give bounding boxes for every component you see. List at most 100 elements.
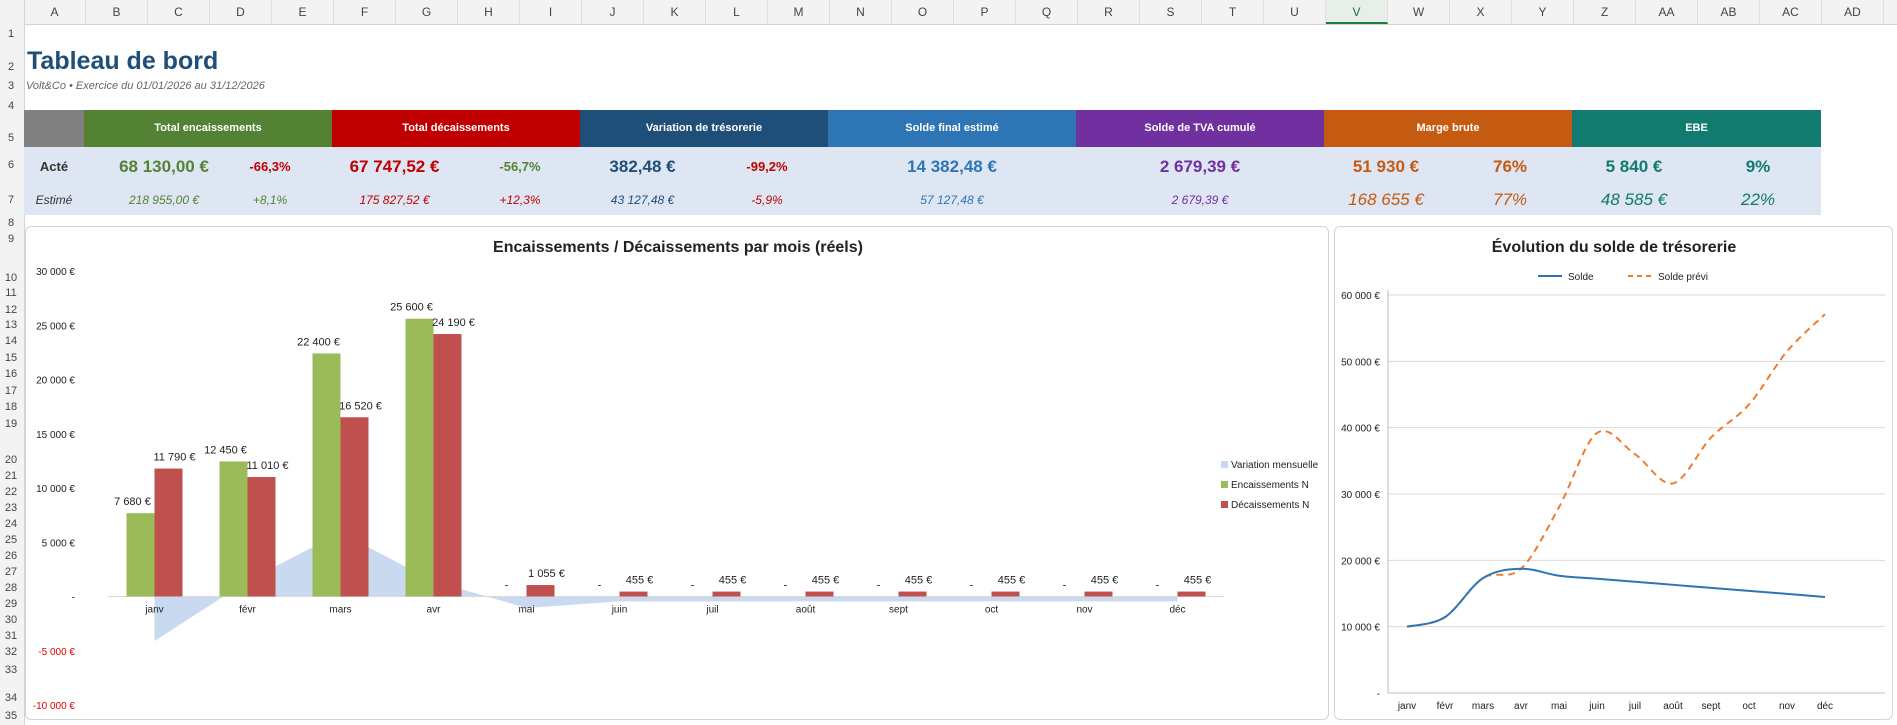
row-header-14[interactable]: 14 [0, 335, 22, 347]
column-header-L[interactable]: L [706, 0, 768, 24]
column-header-R[interactable]: R [1078, 0, 1140, 24]
row-header-12[interactable]: 12 [0, 304, 22, 316]
column-header-AA[interactable]: AA [1636, 0, 1698, 24]
row-header-25[interactable]: 25 [0, 534, 22, 546]
kpi-header-ebe: EBE [1572, 110, 1821, 147]
row-header-15[interactable]: 15 [0, 352, 22, 364]
row-header-9[interactable]: 9 [0, 233, 22, 245]
row-header-1[interactable]: 1 [0, 28, 22, 40]
column-header-D[interactable]: D [210, 0, 272, 24]
kpi-actual-pct-total-decaissements: -56,7% [499, 159, 541, 174]
column-header-M[interactable]: M [768, 0, 830, 24]
chart1-xtick-oct: oct [985, 605, 999, 616]
row-header-35[interactable]: 35 [0, 710, 22, 722]
row-header-27[interactable]: 27 [0, 566, 22, 578]
kpi-header-blank [24, 110, 84, 147]
row-header-21[interactable]: 21 [0, 470, 22, 482]
row-header-32[interactable]: 32 [0, 646, 22, 658]
row-header-34[interactable]: 34 [0, 692, 22, 704]
row-header-8[interactable]: 8 [0, 217, 22, 229]
column-header-X[interactable]: X [1450, 0, 1512, 24]
column-header-T[interactable]: T [1202, 0, 1264, 24]
label-decaissements-févr: 11 010 € [246, 460, 288, 472]
kpi-header-marge-brute: Marge brute [1324, 110, 1572, 147]
column-header-Z[interactable]: Z [1574, 0, 1636, 24]
column-header-S[interactable]: S [1140, 0, 1202, 24]
row-header-3[interactable]: 3 [0, 80, 22, 92]
select-all-corner[interactable] [0, 0, 25, 24]
bar-encaissements-mars [312, 353, 341, 597]
chart1-ytick-label: - [72, 593, 75, 604]
column-header-Q[interactable]: Q [1016, 0, 1078, 24]
row-header-31[interactable]: 31 [0, 630, 22, 642]
row-header-6[interactable]: 6 [0, 159, 22, 171]
column-header-I[interactable]: I [520, 0, 582, 24]
row-header-19[interactable]: 19 [0, 418, 22, 430]
row-header-26[interactable]: 26 [0, 550, 22, 562]
chart-panel-solde[interactable]: Évolution du solde de trésorerie 60 000 … [1334, 226, 1893, 720]
column-header-W[interactable]: W [1388, 0, 1450, 24]
row-header-16[interactable]: 16 [0, 368, 22, 380]
column-header-C[interactable]: C [148, 0, 210, 24]
column-header-Y[interactable]: Y [1512, 0, 1574, 24]
label-encaissements-mars: 22 400 € [297, 336, 340, 348]
bar-decaissements-mai [526, 585, 555, 597]
row-header-17[interactable]: 17 [0, 385, 22, 397]
column-header-G[interactable]: G [396, 0, 458, 24]
label-encaissements-oct: - [970, 580, 974, 592]
chart2-title: Évolution du solde de trésorerie [1492, 237, 1737, 256]
row-header-2[interactable]: 2 [0, 61, 22, 73]
column-header-O[interactable]: O [892, 0, 954, 24]
kpi-header-solde-final: Solde final estimé [828, 110, 1076, 147]
row-header-10[interactable]: 10 [0, 272, 22, 284]
column-header-AD[interactable]: AD [1822, 0, 1884, 24]
row-header-28[interactable]: 28 [0, 582, 22, 594]
kpi-estimated-solde-final: 57 127,48 € [920, 193, 984, 207]
column-header-H[interactable]: H [458, 0, 520, 24]
column-header-AC[interactable]: AC [1760, 0, 1822, 24]
chart2-ytick-label: 10 000 € [1341, 623, 1380, 634]
row-header-20[interactable]: 20 [0, 454, 22, 466]
column-header-V[interactable]: V [1326, 0, 1388, 24]
row-header-33[interactable]: 33 [0, 664, 22, 676]
column-header-N[interactable]: N [830, 0, 892, 24]
row-header-18[interactable]: 18 [0, 401, 22, 413]
row-header-11[interactable]: 11 [0, 287, 22, 299]
bar-encaissements-févr [219, 461, 248, 597]
column-header-F[interactable]: F [334, 0, 396, 24]
chart2-xtick-févr: févr [1437, 701, 1454, 712]
column-header-B[interactable]: B [86, 0, 148, 24]
row-header-29[interactable]: 29 [0, 598, 22, 610]
chart-panel-cashflow[interactable]: Encaissements / Décaissements par mois (… [25, 226, 1329, 720]
chart1-xtick-août: août [796, 605, 816, 616]
column-header-U[interactable]: U [1264, 0, 1326, 24]
kpi-estimated-variation-tresorerie: 43 127,48 € [610, 193, 675, 207]
label-encaissements-janv: 7 680 € [114, 496, 151, 508]
chart1-ytick-label: -5 000 € [38, 647, 75, 658]
row-header-7[interactable]: 7 [0, 194, 22, 206]
chart2-xtick-nov: nov [1779, 701, 1795, 712]
kpi-header-total-encaissements: Total encaissements [84, 110, 332, 147]
column-header-AB[interactable]: AB [1698, 0, 1760, 24]
column-header-J[interactable]: J [582, 0, 644, 24]
kpi-estimated-marge-brute: 168 655 € [1348, 190, 1424, 209]
row-header-13[interactable]: 13 [0, 319, 22, 331]
column-header-A[interactable]: A [24, 0, 86, 24]
row-header-30[interactable]: 30 [0, 614, 22, 626]
kpi-header-variation-tresorerie: Variation de trésorerie [580, 110, 828, 147]
row-header-24[interactable]: 24 [0, 518, 22, 530]
chart2-xtick-déc: déc [1817, 701, 1833, 712]
column-header-E[interactable]: E [272, 0, 334, 24]
label-decaissements-déc: 455 € [1184, 575, 1212, 587]
row-header-5[interactable]: 5 [0, 132, 22, 144]
column-header-P[interactable]: P [954, 0, 1016, 24]
label-decaissements-oct: 455 € [998, 575, 1026, 587]
line-chart-solde: Évolution du solde de trésorerie 60 000 … [1341, 237, 1885, 712]
row-header-23[interactable]: 23 [0, 502, 22, 514]
kpi-actual-pct-total-encaissements: -66,3% [249, 159, 291, 174]
line-solde [1406, 567, 1826, 628]
row-header-22[interactable]: 22 [0, 486, 22, 498]
column-header-K[interactable]: K [644, 0, 706, 24]
legend2-label-0: Solde [1568, 272, 1594, 283]
row-header-4[interactable]: 4 [0, 100, 22, 112]
